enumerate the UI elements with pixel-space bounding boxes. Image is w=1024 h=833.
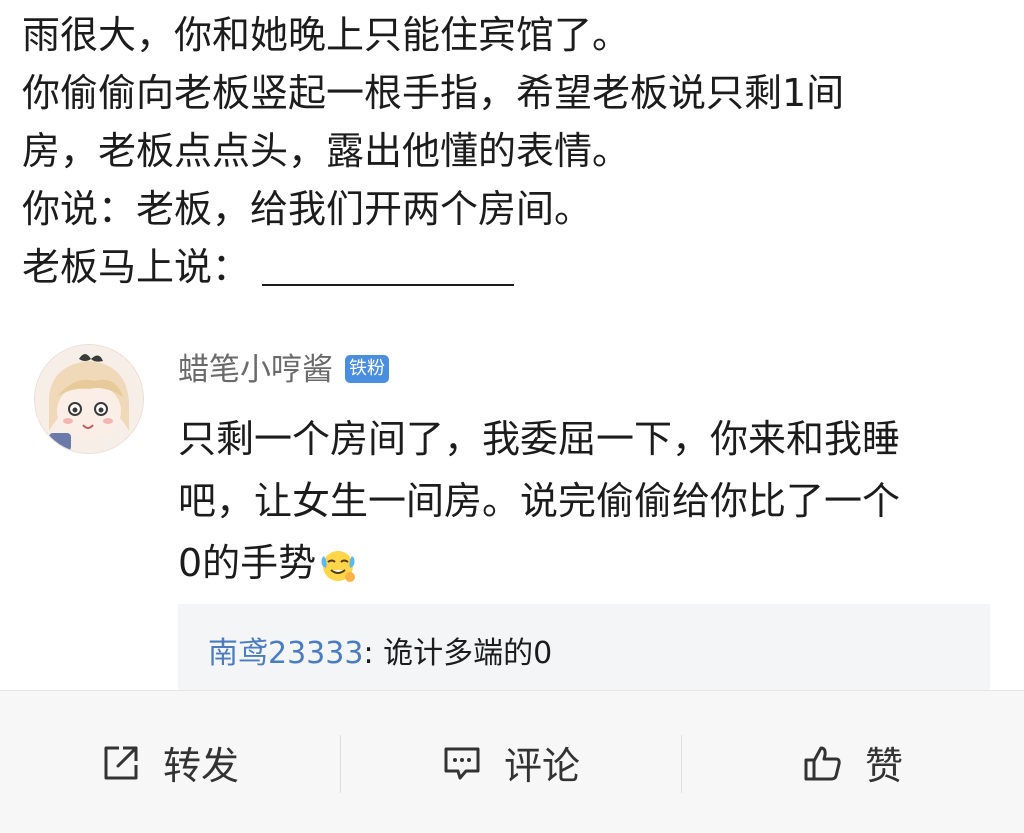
- author-name[interactable]: 蜡笔小哼酱: [178, 352, 333, 388]
- like-label: 赞: [864, 744, 903, 788]
- reply-text: 南鸢23333: 诡计多端的0: [208, 632, 552, 676]
- comment-author[interactable]: 蜡笔小哼酱 铁粉: [178, 348, 389, 392]
- reply-separator: :: [363, 636, 374, 671]
- action-bar: 转发 评论 赞: [0, 690, 1024, 833]
- post-line: 雨很大，你和她晚上只能住宾馆了。: [22, 13, 631, 57]
- comment-icon: [442, 743, 482, 783]
- post-line: 你偷偷向老板竖起一根手指，希望老板说只剩1间: [22, 71, 845, 115]
- comment-button[interactable]: 评论: [341, 691, 681, 833]
- crying-laughing-emoji-icon: [318, 540, 358, 582]
- repost-button[interactable]: 转发: [0, 691, 340, 833]
- reply-content: 诡计多端的0: [373, 636, 553, 671]
- share-icon: [101, 743, 141, 783]
- comment-line-text: 0的手势: [178, 541, 317, 585]
- comment-text: 只剩一个房间了，我委屈一下，你来和我睡 吧，让女生一间房。说完偷偷给你比了一个 …: [178, 408, 1008, 594]
- comment-label: 评论: [503, 744, 580, 788]
- like-button[interactable]: 赞: [682, 691, 1024, 833]
- post-line: 房，老板点点头，露出他懂的表情。: [22, 129, 631, 173]
- fill-in-blank: [262, 240, 515, 286]
- comment-line: 吧，让女生一间房。说完偷偷给你比了一个: [178, 479, 901, 523]
- post-line-text: 老板马上说：: [22, 245, 251, 289]
- weibo-post-screen: 雨很大，你和她晚上只能住宾馆了。 你偷偷向老板竖起一根手指，希望老板说只剩1间 …: [0, 0, 1024, 833]
- thumbs-up-icon: [803, 743, 843, 783]
- post-line-with-blank: 老板马上说：: [22, 238, 1012, 296]
- repost-label: 转发: [162, 744, 239, 788]
- post-line: 你说：老板，给我们开两个房间。: [22, 187, 593, 231]
- fan-badge: 铁粉: [345, 355, 389, 383]
- post-body: 雨很大，你和她晚上只能住宾馆了。 你偷偷向老板竖起一根手指，希望老板说只剩1间 …: [22, 6, 1012, 296]
- avatar-illustration: [35, 345, 143, 453]
- comment-line: 只剩一个房间了，我委屈一下，你来和我睡: [178, 417, 901, 461]
- comment-line-with-emoji: 0的手势: [178, 532, 1008, 594]
- reply-username[interactable]: 南鸢23333: [208, 636, 363, 671]
- avatar[interactable]: [34, 344, 144, 454]
